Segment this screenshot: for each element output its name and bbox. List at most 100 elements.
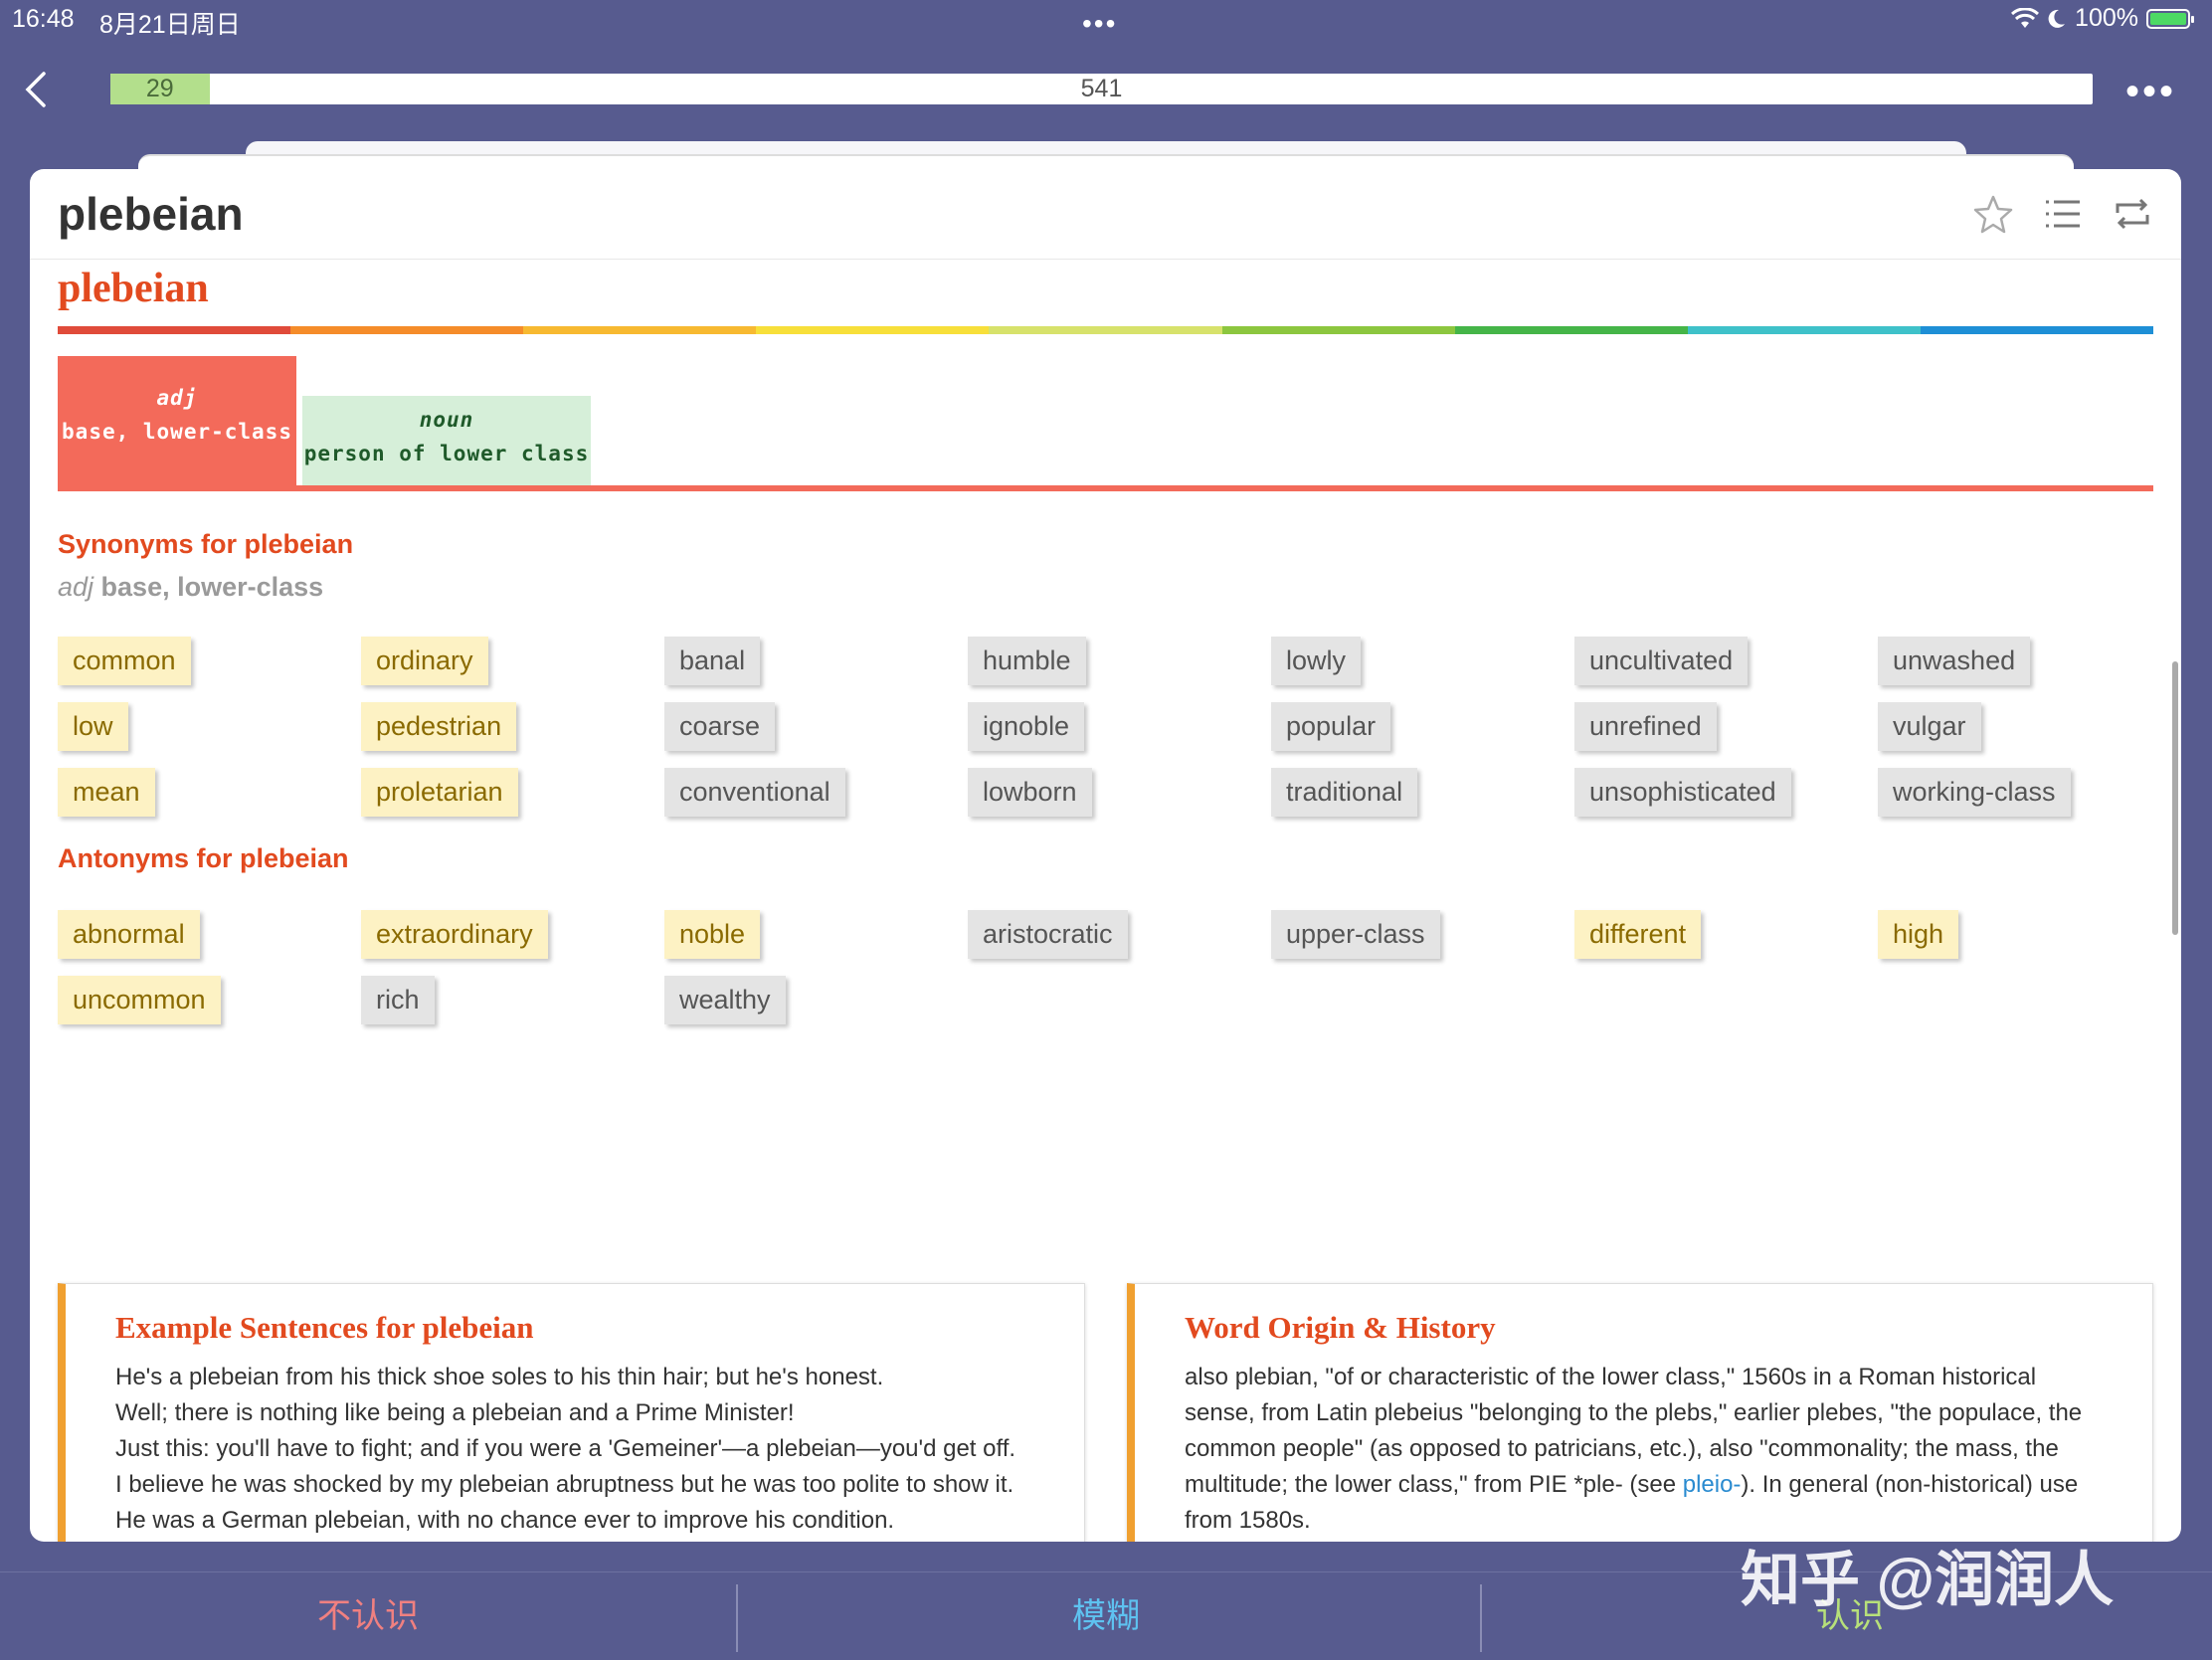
pos-tab-adj[interactable]: adj base, lower-class — [58, 356, 296, 485]
battery-percent: 100% — [2075, 4, 2138, 32]
word-cell: mean — [58, 768, 361, 818]
word-cell: aristocratic — [968, 910, 1271, 960]
pos-label: noun — [419, 408, 474, 432]
example-sentence: Well; there is nothing like being a pleb… — [115, 1399, 795, 1426]
synonym-tag[interactable]: proletarian — [361, 768, 518, 817]
synonym-tag[interactable]: unrefined — [1574, 702, 1717, 751]
fuzzy-button[interactable]: 模糊 — [738, 1572, 1474, 1660]
word-cell: wealthy — [664, 976, 968, 1025]
synonym-tag[interactable]: banal — [664, 637, 761, 685]
antonym-tag[interactable]: different — [1574, 910, 1702, 959]
synonym-tag[interactable]: traditional — [1271, 768, 1418, 817]
pos-tabs: adj base, lower-class noun person of low… — [58, 356, 2153, 491]
example-sentences-box: Example Sentences for plebeian He's a pl… — [58, 1283, 1085, 1542]
rainbow-divider — [58, 326, 2153, 334]
repeat-icon[interactable] — [2112, 193, 2153, 235]
examples-title: Example Sentences for plebeian — [115, 1310, 534, 1345]
rainbow-segment — [1221, 326, 1455, 334]
synonym-tag[interactable]: conventional — [664, 768, 845, 817]
rainbow-segment — [1920, 326, 2153, 334]
synonyms-title: Synonyms for plebeian — [58, 529, 354, 559]
synonym-tag[interactable]: vulgar — [1878, 702, 1981, 751]
battery-icon — [2146, 8, 2194, 29]
synonym-tag[interactable]: ignoble — [968, 702, 1085, 751]
word-cell: upper-class — [1271, 910, 1574, 960]
back-chevron-icon[interactable] — [22, 70, 54, 109]
synonyms-grid: common ordinary banal humble lowly uncultivat… — [58, 637, 2153, 818]
rainbow-segment — [523, 326, 757, 334]
pos-gloss: person of lower class — [303, 442, 590, 465]
synonyms-definition: base, lower-class — [100, 572, 324, 602]
pos-tab-noun[interactable]: noun person of lower class — [302, 396, 591, 485]
synonym-tag[interactable]: common — [58, 637, 191, 685]
synonym-tag[interactable]: coarse — [664, 702, 776, 751]
star-icon[interactable] — [1972, 193, 2014, 235]
word-cell: unsophisticated — [1574, 768, 1878, 818]
word-cell: lowborn — [968, 768, 1271, 818]
unknown-button[interactable]: 不认识 — [0, 1572, 736, 1660]
word-cell: noble — [664, 910, 968, 960]
moon-icon — [2048, 9, 2066, 28]
synonym-tag[interactable]: lowly — [1271, 637, 1362, 685]
word-cell: common — [58, 637, 361, 686]
word-cell: abnormal — [58, 910, 361, 960]
antonyms-title: Antonyms for plebeian — [58, 843, 349, 873]
multitask-dots-icon[interactable]: ••• — [1082, 8, 1117, 40]
synonym-tag[interactable]: humble — [968, 637, 1086, 685]
word-cell: lowly — [1271, 637, 1574, 686]
word-card: plebeian plebeian adj base, lower-class … — [30, 169, 2181, 1542]
word-cell: unwashed — [1878, 637, 2181, 686]
scrollbar[interactable] — [2172, 661, 2178, 935]
synonym-tag[interactable]: lowborn — [968, 768, 1092, 817]
watermark: 知乎 @润润人 — [1741, 1547, 2115, 1613]
synonym-tag[interactable]: working-class — [1878, 768, 2071, 817]
word-cell: low — [58, 702, 361, 752]
card-header: plebeian — [30, 169, 2181, 260]
synonyms-pos: adj — [58, 572, 94, 602]
word-cell: extraordinary — [361, 910, 664, 960]
antonym-tag[interactable]: wealthy — [664, 976, 786, 1024]
word-cell: uncommon — [58, 976, 361, 1025]
more-options-icon[interactable]: ••• — [2125, 70, 2176, 114]
rainbow-segment — [290, 326, 524, 334]
antonym-tag[interactable]: high — [1878, 910, 1959, 959]
example-sentence: Just this: you'll have to fight; and if … — [115, 1435, 1016, 1462]
status-date: 8月21日周日 — [99, 11, 241, 39]
origin-link[interactable]: pleio- — [1683, 1471, 1742, 1498]
status-time: 16:48 — [12, 5, 75, 33]
synonym-tag[interactable]: pedestrian — [361, 702, 517, 751]
antonym-tag[interactable]: abnormal — [58, 910, 200, 959]
word-cell: different — [1574, 910, 1878, 960]
word-cell: pedestrian — [361, 702, 664, 752]
word-cell: ordinary — [361, 637, 664, 686]
word-cell: conventional — [664, 768, 968, 818]
rainbow-segment — [1454, 326, 1688, 334]
antonym-tag[interactable]: upper-class — [1271, 910, 1440, 959]
antonym-tag[interactable]: rich — [361, 976, 435, 1024]
antonym-tag[interactable]: extraordinary — [361, 910, 548, 959]
antonym-tag[interactable]: aristocratic — [968, 910, 1128, 959]
word-cell: humble — [968, 637, 1271, 686]
synonym-tag[interactable]: popular — [1271, 702, 1391, 751]
word-cell: unrefined — [1574, 702, 1878, 752]
rainbow-segment — [756, 326, 990, 334]
headword: plebeian — [58, 266, 209, 311]
rainbow-segment — [1687, 326, 1921, 334]
synonym-tag[interactable]: low — [58, 702, 128, 751]
synonym-tag[interactable]: unwashed — [1878, 637, 2031, 685]
pos-label: adj — [156, 386, 198, 410]
word-cell: vulgar — [1878, 702, 2181, 752]
synonym-tag[interactable]: unsophisticated — [1574, 768, 1791, 817]
antonym-tag[interactable]: uncommon — [58, 976, 221, 1024]
origin-title: Word Origin & History — [1185, 1310, 1496, 1345]
example-sentence: I believe he was shocked by my plebeian … — [115, 1471, 1014, 1498]
synonym-tag[interactable]: uncultivated — [1574, 637, 1749, 685]
status-right: 100% — [2011, 4, 2194, 33]
word-cell: coarse — [664, 702, 968, 752]
synonym-tag[interactable]: ordinary — [361, 637, 488, 685]
antonym-tag[interactable]: noble — [664, 910, 761, 959]
example-sentence: He was a German plebeian, with no chance… — [115, 1507, 895, 1534]
synonym-tag[interactable]: mean — [58, 768, 155, 817]
card-actions — [1972, 193, 2153, 235]
list-icon[interactable] — [2042, 193, 2084, 235]
